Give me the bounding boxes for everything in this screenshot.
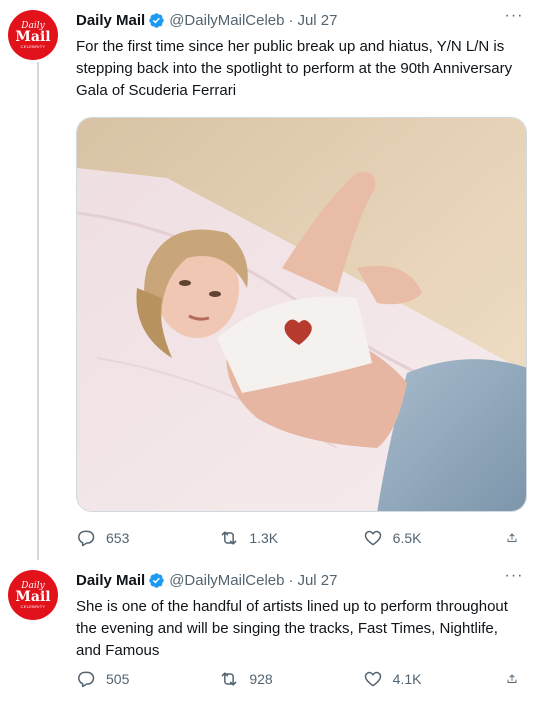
share-icon (507, 674, 517, 683)
retweet-count: 1.3K (249, 530, 279, 546)
tweet-date[interactable]: Jul 27 (297, 12, 337, 29)
more-icon[interactable]: ··· (500, 566, 528, 586)
reply-button[interactable]: 505 (76, 669, 186, 689)
like-count: 6.5K (392, 530, 422, 546)
verified-badge-icon (149, 13, 164, 28)
tweet-actions: 505 928 4.1K (76, 667, 528, 691)
tweet-text: She is one of the handful of artists lin… (76, 598, 508, 659)
reply-icon (78, 671, 95, 688)
share-button[interactable] (506, 669, 528, 689)
avatar[interactable]: Daily Mail CELEBRITY (8, 570, 58, 620)
author-name[interactable]: Daily Mail (76, 572, 145, 589)
tweet-header: Daily Mail @DailyMailCeleb · Jul 27 (76, 572, 338, 589)
avatar[interactable]: Daily Mail CELEBRITY (8, 10, 58, 60)
like-icon (364, 530, 381, 546)
tweet-media-photo[interactable] (76, 117, 527, 512)
author-handle[interactable]: @DailyMailCeleb (169, 12, 284, 29)
tweet-text: For the first time since her public brea… (76, 38, 513, 99)
reply-count: 505 (106, 671, 130, 687)
more-icon[interactable]: ··· (500, 6, 528, 26)
retweet-icon (221, 672, 237, 686)
avatar-logo-celebrity: CELEBRITY (20, 603, 46, 609)
like-button[interactable]: 4.1K (363, 669, 473, 689)
author-handle[interactable]: @DailyMailCeleb (169, 572, 284, 589)
thread-connector-line (37, 62, 39, 560)
reply-icon (78, 530, 95, 547)
verified-badge-icon (149, 573, 164, 588)
avatar-logo-mail: Mail (15, 588, 51, 605)
like-icon (364, 671, 381, 687)
retweet-icon (221, 531, 237, 545)
retweet-count: 928 (249, 671, 273, 687)
tweet[interactable]: Daily Mail CELEBRITY Daily Mail @DailyMa… (0, 560, 540, 701)
retweet-button[interactable]: 928 (219, 669, 329, 689)
photo-illustration (77, 118, 526, 511)
author-name[interactable]: Daily Mail (76, 12, 145, 29)
like-button[interactable]: 6.5K (363, 528, 473, 548)
tweet-header: Daily Mail @DailyMailCeleb · Jul 27 (76, 12, 338, 29)
share-icon (507, 533, 517, 542)
reply-count: 653 (106, 530, 130, 546)
like-count: 4.1K (392, 671, 422, 687)
tweet[interactable]: Daily Mail CELEBRITY Daily Mail @DailyMa… (0, 0, 540, 560)
share-button[interactable] (506, 528, 528, 548)
tweet-actions: 653 1.3K 6.5K (76, 526, 528, 550)
retweet-button[interactable]: 1.3K (219, 528, 329, 548)
tweet-date[interactable]: Jul 27 (297, 572, 337, 589)
reply-button[interactable]: 653 (76, 528, 186, 548)
avatar-logo-celebrity: CELEBRITY (20, 43, 46, 49)
separator-dot: · (288, 12, 294, 29)
separator-dot: · (288, 572, 294, 589)
avatar-logo-mail: Mail (15, 28, 51, 45)
